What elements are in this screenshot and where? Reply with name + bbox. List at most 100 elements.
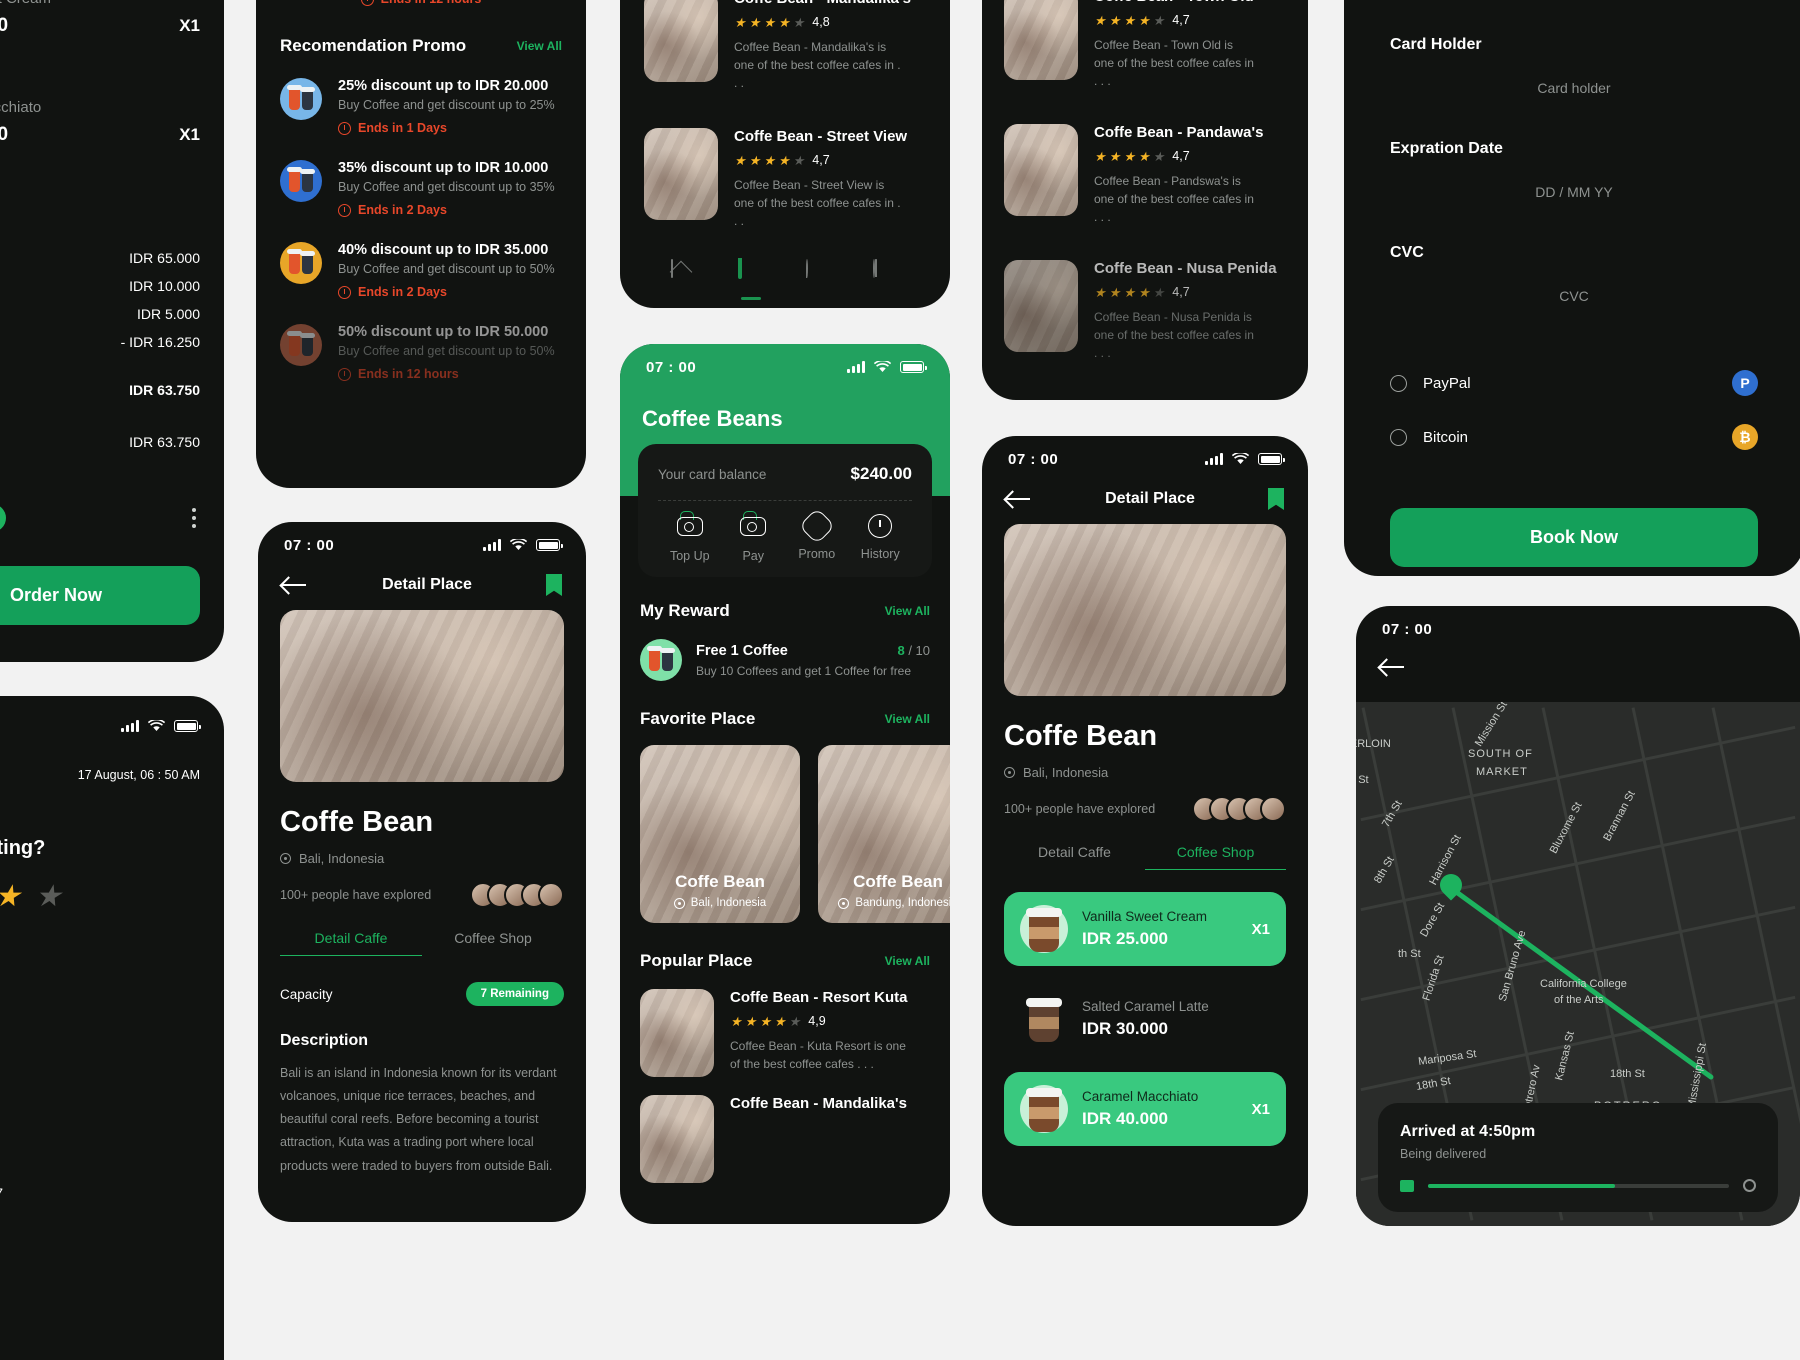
tab-coffee-shop[interactable]: Coffee Shop [1145,844,1286,870]
details-title: Details [0,196,200,216]
profile-icon[interactable] [873,259,899,286]
action-pay[interactable]: Pay [722,511,786,563]
place-row[interactable]: Coffe Bean - Pandawa's ★ ★ ★ ★ ★ 4,7 Coffee … [1004,124,1286,226]
back-button[interactable] [1380,658,1406,676]
recommendation-promo-title: Recomendation Promo [280,36,467,55]
tab-detail-caffe[interactable]: Detail Caffe [1004,844,1145,870]
promo-item[interactable]: 40% discount up to IDR 35.000 Buy Coffee… [280,242,562,299]
rating-value: 4,7 [812,153,830,167]
card-code: AB 1234 CD ) [0,998,200,1013]
action-promo[interactable]: Promo [785,507,849,563]
place-row[interactable]: Coffe Bean - Street View ★ ★ ★ ★ ★ 4,7 Coffe… [644,128,926,230]
payment-method-bitcoin[interactable]: Bitcoin ₿ [1390,410,1758,464]
wallet-check-icon [736,511,770,541]
favorite-name: Coffe Bean [853,872,943,891]
order-detail-line: IDR 10.000 [0,272,200,300]
menu-item-price: IDR 40.000 [1082,1109,1168,1128]
rating-value: 4,9 [808,1014,826,1028]
place-row[interactable]: Coffe Bean - Nusa Penida ★ ★ ★ ★ ★ 4,7 Coffe… [1004,260,1286,362]
menu-item-selected[interactable]: Caramel Macchiato IDR 40.000 X1 [1004,1072,1286,1146]
more-options-icon[interactable] [188,504,200,532]
star-4[interactable]: ★ [35,882,62,912]
balance-value: $240.00 [850,464,912,483]
order-total-line: IDR 63.750 [0,376,200,404]
status-time: 07 : 00 [1008,450,1059,468]
location-icon[interactable] [805,259,832,286]
delivery-progress [1428,1183,1729,1188]
promo-item[interactable]: 25% discount up to IDR 20.000 Buy Coffee… [280,78,562,135]
popular-row[interactable]: Coffe Bean - Mandalika's [640,1095,930,1183]
rating-stars: ★ ★ ★ ★ ★ [734,152,805,168]
place-row[interactable]: Coffe Bean - Mandalika's ★★★★★ 4,8 Coffe… [644,0,926,92]
balance-card: Your card balance $240.00 Top Up Pay Pro… [638,444,932,577]
favorite-place-title: Favorite Place [640,709,756,728]
map-label: of the Arts [1554,994,1604,1006]
action-history[interactable]: History [849,511,913,563]
action-top-up[interactable]: Top Up [658,511,722,563]
place-row[interactable]: Coffe Bean - Town Old ★★★★★ 4,7 Coffee B… [1004,0,1286,90]
reward-progress-max: / 10 [908,642,930,658]
bitcoin-icon: ₿ [1732,424,1758,450]
view-all-reward[interactable]: View All [885,604,930,618]
promo-sub: Buy Coffee and get discount up to 50% [338,262,555,276]
cvc-label: CVC [1390,244,1424,261]
payment-method-paypal[interactable]: PayPal P [1390,356,1758,410]
page-title: Detail Place [1105,490,1195,507]
description-text: Bali is an island in Indonesia known for… [280,1066,557,1173]
radio-icon[interactable] [1390,374,1407,392]
view-all-promo[interactable]: View All [517,39,562,53]
view-all-favorite[interactable]: View All [885,712,930,726]
reward-row[interactable]: Free 1 Coffee 8 / 10 Buy 10 Coffees and … [640,639,930,681]
menu-item[interactable]: Salted Caramel Latte IDR 30.000 [1004,982,1286,1056]
battery-icon [536,539,563,551]
promo-ends: Ends in 2 Days [358,285,447,299]
view-all-popular[interactable]: View All [885,954,930,968]
promo-item[interactable]: 35% discount up to IDR 10.000 Buy Coffee… [280,160,562,217]
flash-ends-label: Ends in 12 hours [381,0,482,6]
reward-progress: 8 [897,642,905,658]
map-label: California College [1540,978,1627,990]
map-label: Dore St [1418,900,1448,940]
location-pin-icon [1004,767,1015,778]
order-item-qty: X1 [179,16,200,35]
place-desc: Coffee Bean - Kuta Resort is one of the … [730,1039,906,1071]
line-value: IDR 5.000 [136,306,200,322]
star-3[interactable]: ★ [0,882,21,912]
cvc-input[interactable]: CVC [1390,288,1758,304]
tab-detail-caffe[interactable]: Detail Caffe [280,930,422,956]
clock-icon [338,121,351,135]
coffee-cup-icon [1020,905,1068,953]
coffee-icon[interactable] [738,258,764,300]
coffee-cup-icon [1020,1085,1068,1133]
order-now-button[interactable]: Order Now [0,566,200,625]
bookmark-icon[interactable] [546,574,562,596]
rating-stars-input[interactable]: ★ ★ ★ ★ [0,882,200,912]
scooter-icon [1400,1179,1414,1192]
favorite-card[interactable]: Coffe Bean Bali, Indonesia [640,745,800,923]
back-button[interactable] [282,576,308,594]
coffee-pay-chip[interactable]: Coffee Pay [0,504,7,532]
favorite-card[interactable]: Coffe Bean Bandung, Indonesia [818,745,950,923]
map-canvas[interactable]: NDERLOIN rk St SOUTH OF MARKET Mission S… [1356,702,1800,1226]
promo-coffee-icon [280,324,322,366]
place-desc: Coffee Bean - Street View is one of the … [734,178,901,228]
book-now-button[interactable]: Book Now [1390,508,1758,567]
radio-icon[interactable] [1390,428,1407,446]
tab-coffee-shop[interactable]: Coffee Shop [422,930,564,956]
clock-icon [338,203,351,217]
expiration-date-input[interactable]: DD / MM YY [1390,184,1758,200]
promo-item[interactable]: 50% discount up to IDR 50.000 Buy Coffee… [280,324,562,381]
popular-row[interactable]: Coffe Bean - Resort Kuta ★ ★ ★ ★ ★ 4,9 Coffe… [640,989,930,1077]
home-icon[interactable] [670,259,697,286]
reward-title: Free 1 Coffee [696,642,788,659]
rating-value: 4,7 [1172,285,1190,299]
status-time: 07 : 00 [284,536,335,554]
back-button[interactable] [1006,490,1032,508]
bookmark-icon[interactable] [1268,488,1284,510]
home-title: Coffee Beans [642,406,783,431]
menu-item-qty: X1 [1251,920,1270,938]
explored-count: 100+ people have explored [280,888,432,902]
card-holder-input[interactable]: Card holder [1390,80,1758,96]
map-label: Mission St [1472,702,1510,749]
menu-item-selected[interactable]: Vanilla Sweet Cream IDR 25.000 X1 [1004,892,1286,966]
